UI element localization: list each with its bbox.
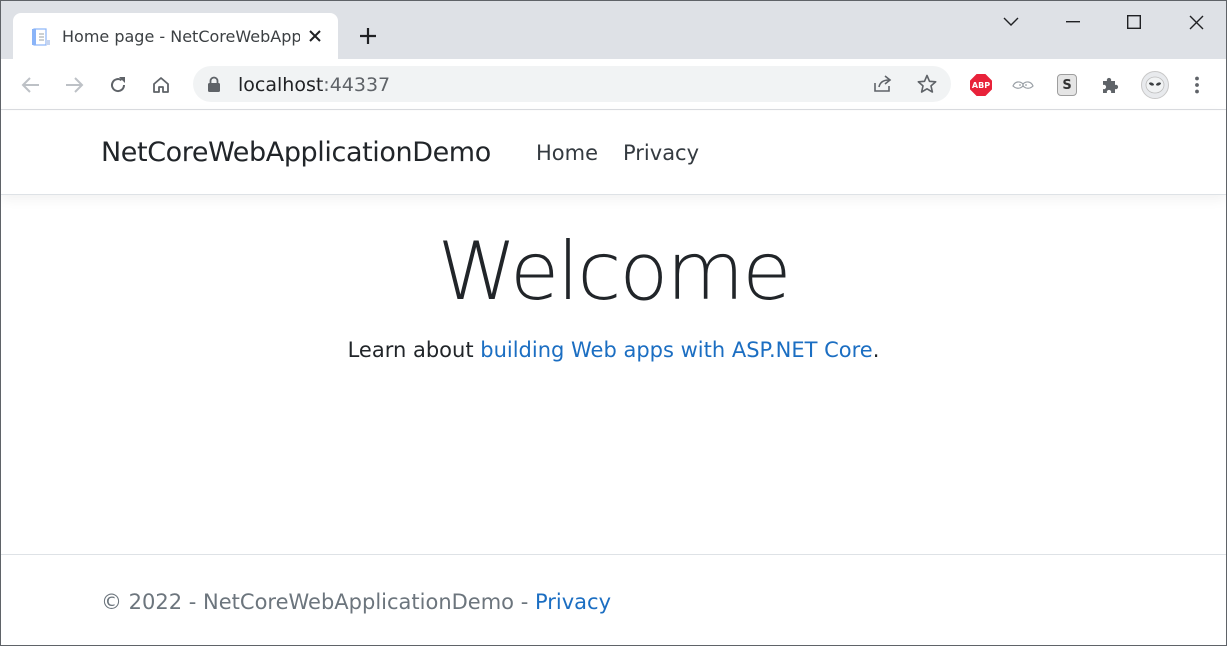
- maximize-icon[interactable]: [1104, 1, 1164, 43]
- active-tab[interactable]: Home page - NetCoreWebApplicationDemo: [13, 13, 338, 59]
- learn-paragraph: Learn about building Web apps with ASP.N…: [1, 338, 1226, 362]
- learn-prefix: Learn about: [347, 338, 481, 362]
- learn-suffix: .: [872, 338, 880, 362]
- back-arrow-icon[interactable]: [15, 69, 47, 101]
- kebab-menu-icon[interactable]: [1181, 69, 1213, 101]
- footer-privacy-link[interactable]: Privacy: [535, 590, 611, 614]
- chevron-down-icon[interactable]: [981, 1, 1041, 43]
- nav-link-home[interactable]: Home: [536, 141, 598, 165]
- s-extension-label: S: [1057, 74, 1077, 96]
- adblock-extension-icon[interactable]: ABP: [965, 69, 997, 101]
- url-port: :44337: [323, 74, 391, 96]
- navbar-brand[interactable]: NetCoreWebApplicationDemo: [101, 137, 491, 168]
- footer-copyright: © 2022 - NetCoreWebApplicationDemo -: [101, 590, 535, 614]
- url-host: localhost: [238, 74, 324, 96]
- share-icon[interactable]: [867, 69, 899, 99]
- reload-icon[interactable]: [102, 69, 134, 101]
- tab-strip: Home page - NetCoreWebApplicationDemo: [1, 1, 1226, 59]
- welcome-heading: Welcome: [437, 225, 792, 318]
- new-tab-icon[interactable]: [353, 21, 383, 51]
- s-extension-icon[interactable]: S: [1051, 69, 1083, 101]
- lock-icon[interactable]: [207, 76, 221, 98]
- aspnet-docs-link[interactable]: building Web apps with ASP.NET Core: [480, 338, 872, 362]
- puzzle-extensions-icon[interactable]: [1094, 69, 1126, 101]
- site-navbar: NetCoreWebApplicationDemo Home Privacy: [1, 111, 1226, 195]
- footer-divider: [1, 554, 1226, 555]
- browser-toolbar: localhost:44337 ABP S: [1, 59, 1226, 110]
- address-bar[interactable]: localhost:44337: [193, 66, 951, 102]
- minimize-icon[interactable]: [1043, 1, 1103, 43]
- browser-window: Home page - NetCoreWebApplicationDemo: [0, 0, 1227, 646]
- site-footer: © 2022 - NetCoreWebApplicationDemo - Pri…: [101, 590, 611, 614]
- nav-link-privacy[interactable]: Privacy: [623, 141, 699, 165]
- close-window-icon[interactable]: [1166, 1, 1226, 43]
- avatar: [1141, 71, 1169, 99]
- home-icon[interactable]: [145, 69, 177, 101]
- document-icon: [31, 27, 51, 47]
- forward-arrow-icon[interactable]: [58, 69, 90, 101]
- close-tab-icon[interactable]: [303, 24, 327, 48]
- profile-avatar-icon[interactable]: [1139, 69, 1171, 101]
- tab-title: Home page - NetCoreWebApplicationDemo: [62, 27, 300, 46]
- url-text[interactable]: localhost:44337: [238, 74, 390, 96]
- bookmark-star-icon[interactable]: [911, 69, 943, 99]
- mustache-extension-icon[interactable]: [1007, 69, 1039, 101]
- abp-label: ABP: [970, 74, 992, 96]
